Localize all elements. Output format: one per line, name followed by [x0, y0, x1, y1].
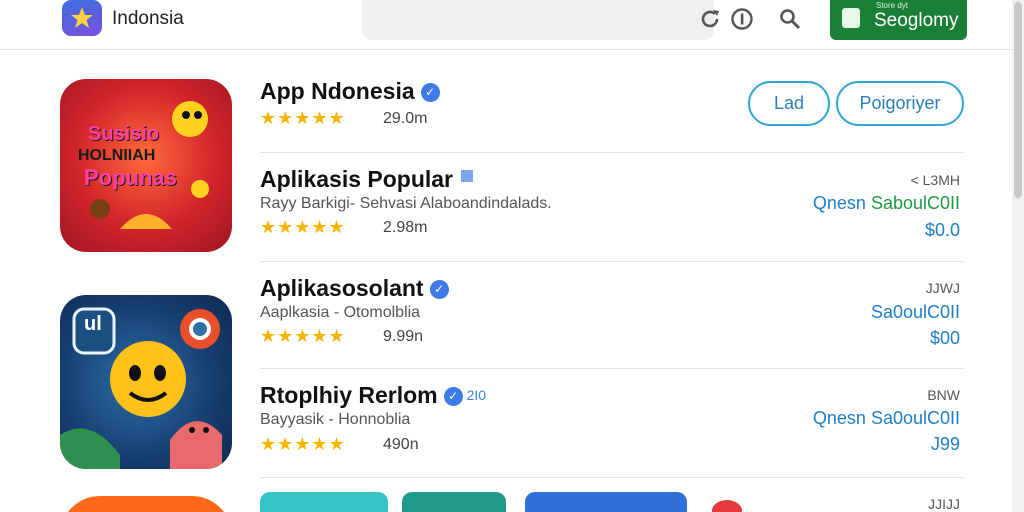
icon-text-line-1: Susisio: [88, 123, 160, 145]
divider: [260, 261, 963, 262]
app-size: 490n: [383, 436, 419, 453]
app-title[interactable]: Rtoplhiy Rerlom ✓ 2I0: [260, 382, 486, 409]
price[interactable]: J99: [931, 434, 960, 455]
developer-label[interactable]: Sa0oulC0II: [871, 302, 960, 323]
shopping-bag-icon: [842, 8, 860, 28]
developer-label[interactable]: Qnesn SaboulC0II: [813, 193, 960, 214]
update-info: < L3MH: [910, 172, 960, 188]
app-subtitle: Bayyasik - Honnoblia: [260, 411, 411, 428]
screenshot-thumb[interactable]: [402, 492, 506, 512]
verified-icon: ✓: [420, 83, 440, 102]
divider: [260, 368, 963, 369]
rating-stars: ★★★★★: [260, 108, 346, 128]
store-button-label: Seoglomy: [874, 10, 959, 31]
refresh-icon[interactable]: [698, 7, 722, 31]
update-info: JJIJJ: [928, 496, 960, 512]
app-size: 2.98m: [383, 219, 428, 236]
app-title[interactable]: Aplikasosolant ✓: [260, 275, 449, 302]
update-info: JJWJ: [925, 280, 960, 296]
verified-icon: ✓: [429, 280, 449, 299]
developer-label[interactable]: Qnesn Sa0oulC0II: [813, 408, 960, 429]
store-button[interactable]: Store dyt Seoglomy: [830, 0, 967, 40]
icon-text: ul: [84, 313, 102, 335]
screenshot-thumb[interactable]: [260, 492, 388, 512]
divider: [260, 152, 963, 153]
scrollbar[interactable]: [1012, 0, 1024, 512]
info-icon[interactable]: [730, 7, 754, 31]
app-size: 9.99n: [383, 328, 424, 345]
update-info: BNW: [927, 387, 960, 403]
icon-text-line-2: HOLNIIAH: [78, 147, 156, 164]
icon-text-line-3: Popunas: [84, 165, 177, 190]
app-subtitle: Rayy Barkigi- Sehvasi Alaboandindalads.: [260, 195, 552, 212]
extra-count: 2I0: [466, 387, 487, 403]
rating-stars: ★★★★★: [260, 434, 346, 454]
store-button-caption: Store dyt: [876, 1, 909, 10]
screenshot-thumb[interactable]: [525, 492, 687, 512]
rating-stars: ★★★★★: [260, 326, 346, 346]
app-subtitle: Aaplkasia - Otomolblia: [260, 304, 421, 321]
app-name: Indonsia: [112, 8, 184, 29]
search-input[interactable]: [362, 0, 714, 40]
app-logo-icon[interactable]: [62, 0, 102, 36]
app-title[interactable]: Aplikasis Popular: [260, 166, 474, 193]
app-title[interactable]: App Ndonesia ✓: [260, 78, 440, 105]
app-icon-partial[interactable]: [60, 496, 232, 512]
load-button[interactable]: Lad: [748, 81, 830, 126]
screenshot-thumb[interactable]: [712, 500, 742, 512]
get-button[interactable]: Poigoriyer: [836, 81, 964, 126]
app-size: 29.0m: [383, 110, 428, 127]
verified-icon: ✓: [443, 387, 463, 406]
app-icon-game[interactable]: Susisio HOLNIIAH Popunas: [60, 79, 232, 252]
app-icon-emoji-game[interactable]: ul: [60, 295, 232, 469]
scroll-thumb[interactable]: [1014, 2, 1022, 198]
rating-stars: ★★★★★: [260, 217, 346, 237]
price[interactable]: $0.0: [925, 220, 960, 241]
search-icon[interactable]: [778, 7, 802, 31]
top-bar: Indonsia Store dyt Seoglomy: [0, 0, 1012, 50]
divider: [260, 477, 963, 478]
badge-icon: [461, 170, 474, 182]
price[interactable]: $00: [930, 328, 960, 349]
